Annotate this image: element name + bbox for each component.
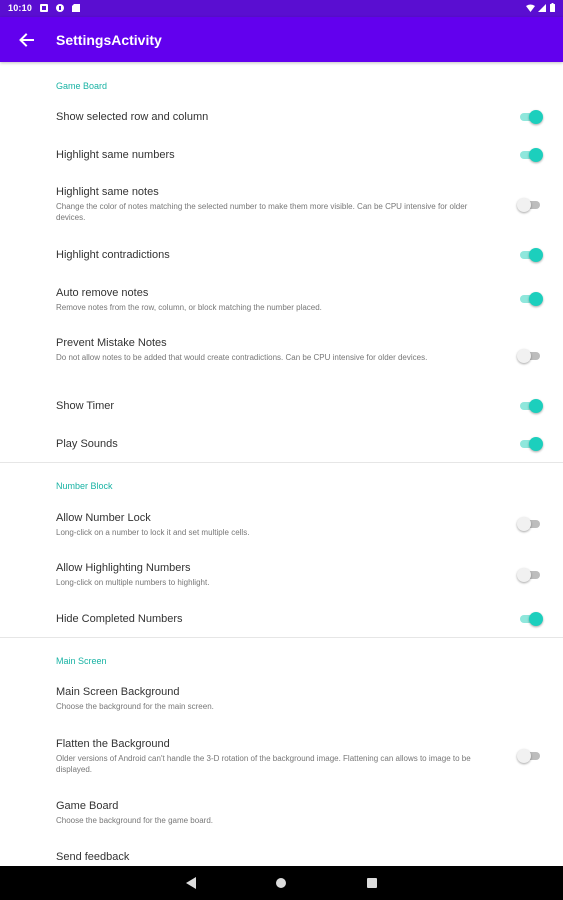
pref-summary: Choose the background for the main scree… bbox=[56, 702, 214, 711]
pref-title: Allow Highlighting Numbers bbox=[56, 562, 191, 574]
pref-game-board-background[interactable]: Game Board Choose the background for the… bbox=[56, 800, 476, 826]
pref-title: Highlight contradictions bbox=[56, 249, 170, 261]
pref-title: Hide Completed Numbers bbox=[56, 613, 183, 625]
pref-highlight-same-notes[interactable]: Highlight same notes Change the color of… bbox=[56, 186, 476, 223]
app-bar: SettingsActivity bbox=[0, 17, 563, 62]
pref-summary: Long-click on multiple numbers to highli… bbox=[56, 578, 210, 587]
section-divider bbox=[0, 637, 563, 638]
back-arrow-icon[interactable] bbox=[17, 31, 35, 49]
battery-icon bbox=[550, 3, 555, 12]
toggle-flatten-background[interactable] bbox=[517, 749, 545, 763]
toggle-show-selected-row-column[interactable] bbox=[517, 110, 545, 124]
pref-summary: Long-click on a number to lock it and se… bbox=[56, 528, 250, 537]
section-title-game-board: Game Board bbox=[56, 81, 108, 91]
pref-show-selected-row-column[interactable]: Show selected row and column bbox=[56, 111, 476, 124]
pref-title: Allow Number Lock bbox=[56, 512, 151, 524]
toggle-hide-completed-numbers[interactable] bbox=[517, 612, 545, 626]
pref-title: Highlight same numbers bbox=[56, 149, 175, 161]
pref-title: Flatten the Background bbox=[56, 738, 170, 750]
section-title-number-block: Number Block bbox=[56, 481, 113, 491]
pref-play-sounds[interactable]: Play Sounds bbox=[56, 438, 476, 451]
toggle-allow-number-lock[interactable] bbox=[517, 517, 545, 531]
toggle-highlight-contradictions[interactable] bbox=[517, 248, 545, 262]
pref-summary: Choose the background for the game board… bbox=[56, 816, 213, 825]
pref-summary: Do not allow notes to be added that woul… bbox=[56, 353, 428, 362]
toggle-highlight-same-numbers[interactable] bbox=[517, 148, 545, 162]
pref-auto-remove-notes[interactable]: Auto remove notes Remove notes from the … bbox=[56, 287, 476, 313]
settings-list[interactable]: Game Board Show selected row and column … bbox=[0, 62, 563, 866]
pref-title: Game Board bbox=[56, 800, 119, 812]
status-time: 10:10 bbox=[8, 3, 33, 13]
pref-show-timer[interactable]: Show Timer bbox=[56, 400, 476, 413]
nav-home-icon[interactable] bbox=[276, 878, 286, 888]
section-divider bbox=[0, 462, 563, 463]
nav-recents-icon[interactable] bbox=[367, 878, 377, 888]
pref-allow-highlighting-numbers[interactable]: Allow Highlighting Numbers Long-click on… bbox=[56, 562, 476, 588]
pref-title: Highlight same notes bbox=[56, 186, 159, 198]
toggle-allow-highlighting-numbers[interactable] bbox=[517, 568, 545, 582]
pref-main-screen-background[interactable]: Main Screen Background Choose the backgr… bbox=[56, 686, 476, 712]
section-title-main-screen: Main Screen bbox=[56, 656, 107, 666]
app-notification-icon bbox=[56, 4, 64, 12]
pref-title: Main Screen Background bbox=[56, 686, 180, 698]
pref-title: Show Timer bbox=[56, 400, 115, 412]
pref-prevent-mistake-notes[interactable]: Prevent Mistake Notes Do not allow notes… bbox=[56, 337, 476, 363]
navigation-bar bbox=[0, 866, 563, 900]
pref-summary: Older versions of Android can't handle t… bbox=[56, 754, 471, 774]
toggle-play-sounds[interactable] bbox=[517, 437, 545, 451]
sd-card-icon bbox=[72, 4, 80, 12]
pref-title: Send feedback bbox=[56, 851, 130, 863]
pref-highlight-contradictions[interactable]: Highlight contradictions bbox=[56, 249, 476, 262]
pref-title: Prevent Mistake Notes bbox=[56, 337, 167, 349]
pref-flatten-background[interactable]: Flatten the Background Older versions of… bbox=[56, 738, 476, 775]
status-bar: 10:10 bbox=[0, 0, 563, 17]
toggle-highlight-same-notes[interactable] bbox=[517, 198, 545, 212]
toggle-prevent-mistake-notes[interactable] bbox=[517, 349, 545, 363]
pref-title: Play Sounds bbox=[56, 438, 118, 450]
pref-summary: Remove notes from the row, column, or bl… bbox=[56, 303, 322, 312]
notification-icon bbox=[40, 4, 48, 12]
pref-summary: Change the color of notes matching the s… bbox=[56, 202, 468, 222]
pref-title: Show selected row and column bbox=[56, 111, 209, 123]
pref-allow-number-lock[interactable]: Allow Number Lock Long-click on a number… bbox=[56, 512, 476, 538]
nav-back-icon[interactable] bbox=[186, 877, 196, 889]
pref-send-feedback[interactable]: Send feedback bbox=[56, 851, 476, 864]
pref-hide-completed-numbers[interactable]: Hide Completed Numbers bbox=[56, 613, 476, 626]
toggle-auto-remove-notes[interactable] bbox=[517, 292, 545, 306]
wifi-icon bbox=[526, 4, 535, 12]
pref-highlight-same-numbers[interactable]: Highlight same numbers bbox=[56, 149, 476, 162]
toggle-show-timer[interactable] bbox=[517, 399, 545, 413]
signal-icon bbox=[538, 4, 546, 12]
pref-title: Auto remove notes bbox=[56, 287, 149, 299]
page-title: SettingsActivity bbox=[56, 32, 162, 48]
